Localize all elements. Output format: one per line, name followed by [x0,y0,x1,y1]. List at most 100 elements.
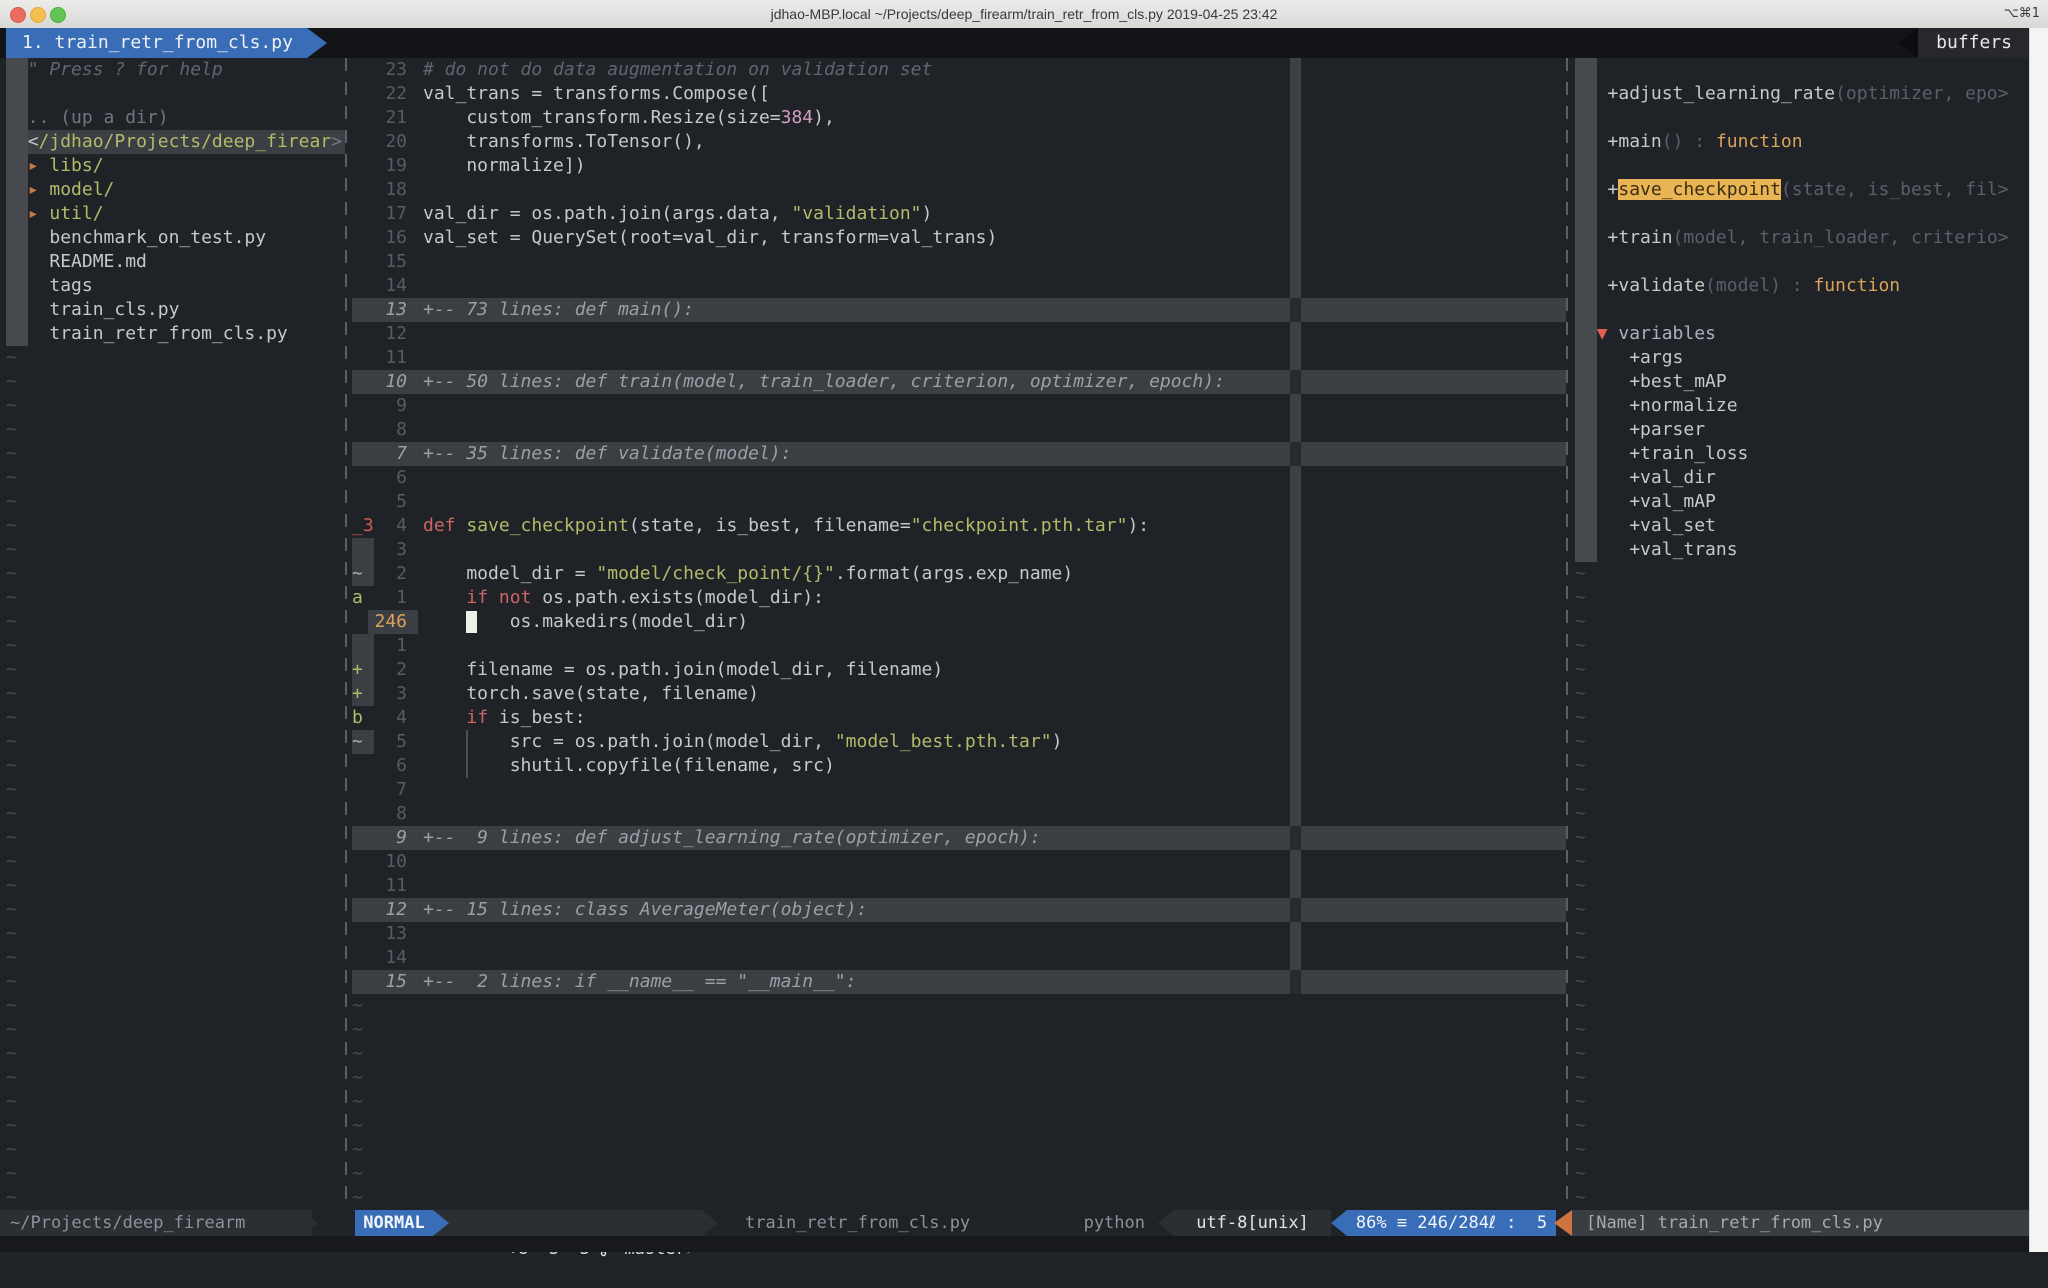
nerdtree-empty-line: ~ [6,394,17,418]
code-line[interactable]: 5 [352,490,1566,514]
code-line[interactable]: 14 [352,946,1566,970]
colorcolumn-80 [1290,730,1301,754]
nerdtree-foldcolumn-indicator[interactable] [6,58,28,346]
statusline-filetype: python [1000,1210,1145,1236]
code-line[interactable]: 1 [352,634,1566,658]
terminal-scrollbar[interactable] [2029,28,2048,1252]
folded-code-line[interactable]: 13+-- 73 lines: def main(): [352,298,1566,322]
tagbar-tag-item[interactable]: +main() : function [1575,130,1803,154]
tagbar-tag-item[interactable]: +val_trans [1575,538,1738,562]
nerdtree-item[interactable]: .. (up a dir) [6,106,169,130]
colorcolumn-80 [1290,682,1301,706]
line-number: 10 [374,370,423,394]
tagbar-tag-item[interactable]: +normalize [1575,394,1738,418]
tagbar-empty-line: ~ [1575,562,1586,586]
nerdtree-empty-line: ~ [6,730,17,754]
nerdtree-item[interactable]: train_retr_from_cls.py [6,322,288,346]
nerdtree-empty-line: ~ [6,346,17,370]
nerdtree-root-item[interactable]: </jdhao/Projects/deep_firear> [6,130,342,154]
nerdtree-item[interactable]: " Press ? for help [6,58,223,82]
code-line[interactable]: 11 [352,874,1566,898]
nerdtree-empty-line: ~ [6,922,17,946]
code-line[interactable]: 15 [352,250,1566,274]
tagbar-empty-line: ~ [1575,826,1586,850]
folded-code-line[interactable]: 9+-- 9 lines: def adjust_learning_rate(o… [352,826,1566,850]
code-line[interactable]: 23# do not do data augmentation on valid… [352,58,1566,82]
code-line[interactable]: 6 [352,466,1566,490]
code-line[interactable]: 7 [352,778,1566,802]
colorcolumn-80 [1290,538,1301,562]
code-line[interactable]: 17val_dir = os.path.join(args.data, "val… [352,202,1566,226]
tagbar-foldcolumn-indicator[interactable] [1575,58,1597,562]
code-line[interactable]: 21 custom_transform.Resize(size=384), [352,106,1566,130]
colorcolumn-80 [1290,922,1301,946]
colorcolumn-80 [1290,826,1301,850]
tab-train-retr-from-cls[interactable]: 1. train_retr_from_cls.py [6,28,307,58]
colorcolumn-80 [1290,706,1301,730]
nerdtree-item[interactable]: benchmark_on_test.py [6,226,266,250]
tagbar-sidebar: +adjust_learning_rate(optimizer, epo> +m… [1575,58,2030,1210]
code-line[interactable]: a1 if not os.path.exists(model_dir): [352,586,1566,610]
code-line[interactable]: 20 transforms.ToTensor(), [352,130,1566,154]
tagbar-tag-item[interactable]: +best_mAP [1575,370,1727,394]
gutter-sign: ~ [352,730,374,754]
code-line[interactable]: +2 filename = os.path.join(model_dir, fi… [352,658,1566,682]
code-line[interactable]: +3 torch.save(state, filename) [352,682,1566,706]
window-separator-right[interactable] [1566,58,1568,1210]
code-line[interactable]: 19 normalize]) [352,154,1566,178]
code-line[interactable]: 8 [352,418,1566,442]
buffers-indicator[interactable]: buffers [1918,28,2030,58]
tagbar-empty-line: ~ [1575,802,1586,826]
code-line[interactable]: 246 os.makedirs(model_dir) [352,610,1566,634]
code-line[interactable]: 18 [352,178,1566,202]
nerdtree-empty-line: ~ [6,514,17,538]
tagbar-tag-item[interactable]: +validate(model) : function [1575,274,1900,298]
colorcolumn-80 [1290,874,1301,898]
tagbar-tag-item[interactable]: +train_loss [1575,442,1748,466]
code-line[interactable]: 14 [352,274,1566,298]
colorcolumn-80 [1290,274,1301,298]
line-number: 10 [374,850,423,874]
code-line-text: +-- 73 lines: def main(): [423,298,694,322]
code-line[interactable]: 6 shutil.copyfile(filename, src) [352,754,1566,778]
code-line[interactable]: 3 [352,538,1566,562]
tagbar-empty-line: ~ [1575,682,1586,706]
window-title: jdhao-MBP.local ~/Projects/deep_firearm/… [0,0,2048,28]
colorcolumn-80 [1290,778,1301,802]
code-line[interactable]: ~5 src = os.path.join(model_dir, "model_… [352,730,1566,754]
colorcolumn-80 [1290,250,1301,274]
tagbar-empty-line: ~ [1575,658,1586,682]
code-line[interactable]: 8 [352,802,1566,826]
code-line[interactable]: 9 [352,394,1566,418]
code-line[interactable]: 13 [352,922,1566,946]
code-line[interactable]: b4 if is_best: [352,706,1566,730]
folded-code-line[interactable]: 12+-- 15 lines: class AverageMeter(objec… [352,898,1566,922]
window-separator-left[interactable] [345,58,347,1210]
tagbar-tag-item[interactable]: +adjust_learning_rate(optimizer, epo> [1575,82,2009,106]
code-line[interactable]: 16val_set = QuerySet(root=val_dir, trans… [352,226,1566,250]
tagbar-tag-item[interactable]: +save_checkpoint(state, is_best, fil> [1575,178,2009,202]
colorcolumn-80 [1290,202,1301,226]
line-number: 5 [374,490,423,514]
vim-tabline: 1. train_retr_from_cls.py buffers [0,28,2048,58]
line-number: 4 [374,514,423,538]
code-line[interactable]: 10 [352,850,1566,874]
colorcolumn-80 [1290,130,1301,154]
code-line[interactable]: _34def save_checkpoint(state, is_best, f… [352,514,1566,538]
code-line[interactable]: 11 [352,346,1566,370]
powerline-arrow-icon [433,1210,449,1236]
code-line[interactable]: 12 [352,322,1566,346]
code-line-text: val_set = QuerySet(root=val_dir, transfo… [423,226,997,250]
folded-code-line[interactable]: 7+-- 35 lines: def validate(model): [352,442,1566,466]
command-line[interactable] [0,1236,2048,1252]
statusline-cwd: ~/Projects/deep_firearm [0,1210,312,1236]
nerdtree-empty-line: ~ [6,1042,17,1066]
editor-empty-line: ~ [352,1042,1566,1066]
folded-code-line[interactable]: 15+-- 2 lines: if __name__ == "__main__"… [352,970,1566,994]
tagbar-empty-line: ~ [1575,922,1586,946]
code-line[interactable]: ~2 model_dir = "model/check_point/{}".fo… [352,562,1566,586]
folded-code-line[interactable]: 10+-- 50 lines: def train(model, train_l… [352,370,1566,394]
nerdtree-item[interactable]: train_cls.py [6,298,179,322]
code-line[interactable]: 22val_trans = transforms.Compose([ [352,82,1566,106]
tagbar-tag-item[interactable]: +train(model, train_loader, criterio> [1575,226,2009,250]
